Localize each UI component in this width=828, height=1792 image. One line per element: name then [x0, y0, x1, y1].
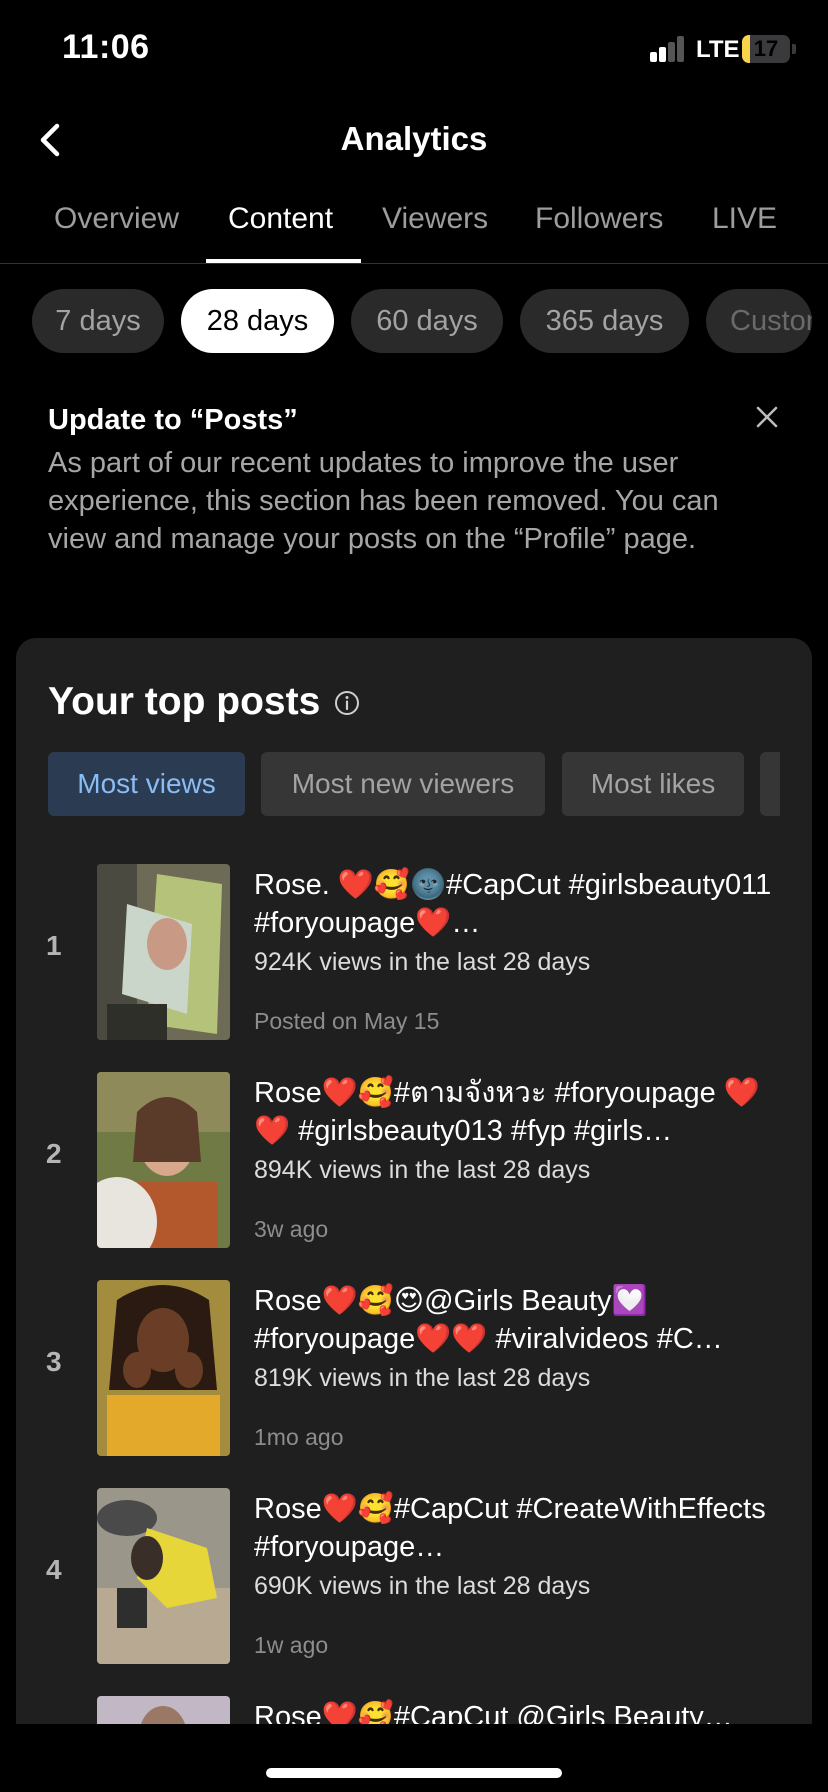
post-thumbnail: [97, 1280, 230, 1456]
top-post-2[interactable]: 2 Rose❤️🥰#ตามจังหวะ #foryoupage ❤️❤️ #gi…: [16, 1072, 812, 1250]
post-title: Rose❤️🥰#ตามจังหวะ #foryoupage ❤️❤️ #girl…: [254, 1077, 760, 1147]
post-title: Rose❤️🥰😍@Girls Beauty💟 #foryoupage❤️❤️ #…: [254, 1285, 723, 1355]
post-thumbnail: [97, 1488, 230, 1664]
post-title: Rose❤️🥰#CapCut #CreateWithEffects #foryo…: [254, 1493, 766, 1563]
range-365-days[interactable]: 365 days: [520, 289, 689, 353]
post-rank: 2: [46, 1138, 62, 1169]
top-posts-title: Your top posts: [48, 680, 321, 723]
signal-icon: [650, 36, 686, 62]
range-7-days[interactable]: 7 days: [32, 289, 164, 353]
tab-overview[interactable]: Overview: [54, 202, 179, 236]
active-tab-indicator: [206, 259, 361, 263]
post-date: Posted on May 15: [254, 1008, 440, 1034]
home-indicator-area: [0, 1724, 828, 1792]
top-post-3[interactable]: 3 Rose❤️🥰😍@Girls Beauty💟 #foryoupage❤️❤️…: [16, 1280, 812, 1458]
post-views: 819K views in the last 28 days: [254, 1364, 591, 1392]
post-views: 924K views in the last 28 days: [254, 948, 591, 976]
top-post-4[interactable]: 4 Rose❤️🥰#CapCut #CreateWithEffects #for…: [16, 1488, 812, 1666]
tab-viewers[interactable]: Viewers: [382, 202, 488, 236]
post-date: 1mo ago: [254, 1424, 344, 1450]
close-notice-button[interactable]: [750, 400, 784, 434]
tab-content[interactable]: Content: [228, 202, 333, 236]
post-thumbnail: [97, 1072, 230, 1248]
post-views: 894K views in the last 28 days: [254, 1156, 591, 1184]
filter-most-likes[interactable]: Most likes: [562, 752, 744, 816]
top-posts-card: Your top posts Most views Most new viewe…: [16, 638, 812, 1792]
post-thumbnail: [97, 864, 230, 1040]
analytics-tabs: Overview Content Viewers Followers LIVE: [0, 188, 828, 264]
post-views: 690K views in the last 28 days: [254, 1572, 591, 1600]
tab-live[interactable]: LIVE: [712, 202, 777, 236]
header: Analytics: [0, 100, 828, 180]
battery-percent: 17: [753, 36, 779, 61]
info-icon[interactable]: [334, 690, 360, 716]
tab-followers[interactable]: Followers: [535, 202, 663, 236]
posts-update-notice: Update to “Posts” As part of our recent …: [48, 402, 768, 558]
range-28-days[interactable]: 28 days: [181, 289, 334, 353]
filter-most-new-viewers[interactable]: Most new viewers: [261, 752, 545, 816]
post-title: Rose. ❤️🥰🌚#CapCut #girlsbeauty011 #foryo…: [254, 869, 772, 939]
notice-body: As part of our recent updates to improve…: [48, 447, 719, 555]
status-time: 11:06: [62, 28, 150, 66]
notice-title: Update to “Posts”: [48, 404, 298, 436]
filter-more-partial[interactable]: [760, 752, 780, 816]
post-date: 3w ago: [254, 1216, 329, 1242]
home-indicator[interactable]: [266, 1768, 562, 1778]
post-rank: 1: [46, 930, 62, 961]
battery-tip: [792, 44, 796, 54]
status-bar: 11:06 LTE 17: [0, 0, 828, 96]
range-custom[interactable]: Custom: [706, 289, 812, 353]
page-title: Analytics: [340, 120, 488, 157]
battery-icon: 17: [742, 35, 790, 63]
post-rank: 3: [46, 1346, 62, 1377]
filter-most-views[interactable]: Most views: [48, 752, 245, 816]
close-icon: [756, 406, 778, 428]
date-range-selector: 7 days 28 days 60 days 365 days Custom: [0, 289, 828, 353]
range-60-days[interactable]: 60 days: [351, 289, 503, 353]
post-date: 1w ago: [254, 1632, 329, 1658]
post-rank: 4: [46, 1554, 62, 1585]
network-type: LTE: [696, 36, 740, 63]
top-post-1[interactable]: 1 Rose. ❤️🥰🌚#CapCut #girlsbeauty011 #for…: [16, 864, 812, 1042]
